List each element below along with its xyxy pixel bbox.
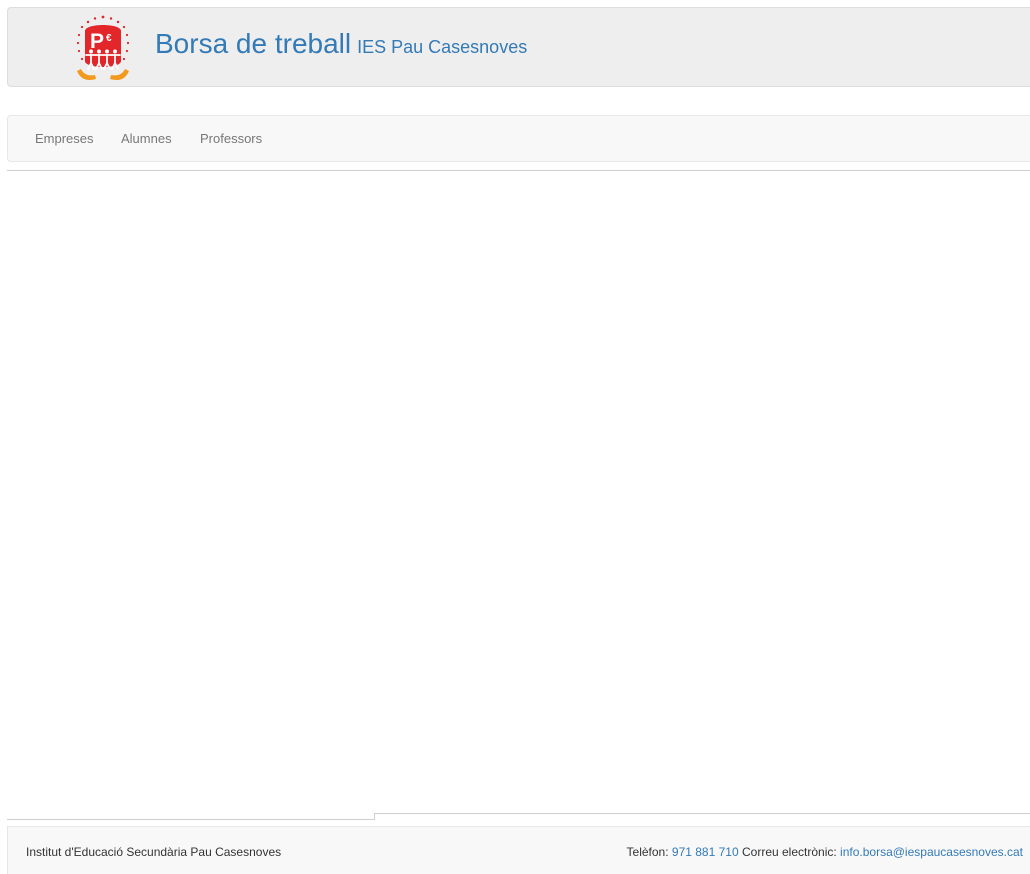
email-label: Correu electrònic: — [741, 845, 837, 859]
footer-institution: Institut d'Educació Secundària Pau Cases… — [26, 845, 282, 859]
site-header: P € Borsa de treball IES Pau Casesnoves — [7, 7, 1030, 87]
phone-link[interactable]: 971 881 710 — [672, 845, 739, 859]
svg-text:P: P — [90, 30, 104, 53]
nav-item-alumnes[interactable]: Alumnes — [121, 131, 172, 146]
content-bottom-divider-right — [374, 813, 1030, 814]
svg-text:€: € — [106, 33, 112, 44]
title-subtitle: IES Pau Casesnoves — [357, 37, 528, 57]
main-navbar: Empreses Alumnes Professors — [7, 115, 1030, 162]
nav-item-professors[interactable]: Professors — [200, 131, 262, 146]
footer-contact: Telèfon: 971 881 710 Correu electrònic: … — [627, 845, 1023, 859]
site-title[interactable]: Borsa de treball IES Pau Casesnoves — [155, 28, 527, 60]
title-main: Borsa de treball — [155, 28, 352, 59]
divider-tick — [374, 813, 375, 820]
site-footer: Institut d'Educació Secundària Pau Cases… — [7, 826, 1030, 874]
email-link[interactable]: info.borsa@iespaucasesnoves.cat — [840, 845, 1023, 859]
nav-item-empreses[interactable]: Empreses — [35, 131, 94, 146]
phone-label: Telèfon: — [626, 845, 669, 859]
content-bottom-divider-left — [7, 819, 374, 820]
content-top-divider — [7, 170, 1030, 171]
ies-pau-casesnoves-logo-icon[interactable]: P € — [68, 11, 138, 85]
page: P € Borsa de treball IES Pau Casesnoves E… — [0, 0, 1030, 874]
